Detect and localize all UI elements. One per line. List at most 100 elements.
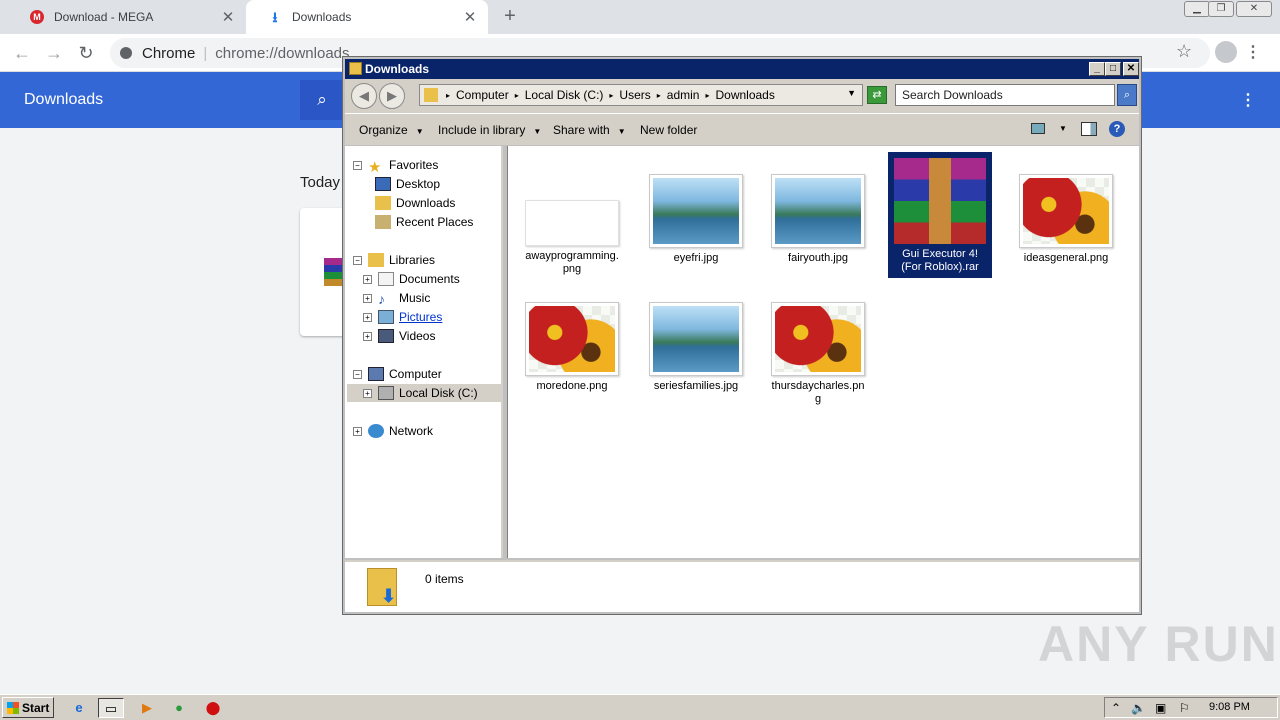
clock[interactable]: 9:08 PM: [1209, 701, 1250, 713]
organize-label: Organize: [359, 123, 408, 137]
search-input[interactable]: Search Downloads: [895, 84, 1115, 106]
expand-icon[interactable]: +: [353, 426, 362, 436]
close-icon[interactable]: ✕: [216, 8, 240, 26]
nav-label: Computer: [389, 367, 442, 381]
nav-videos[interactable]: + Videos: [363, 327, 435, 345]
chevron-right-icon[interactable]: ▸: [705, 91, 709, 100]
show-hidden-icons-icon[interactable]: ⌃: [1111, 701, 1121, 715]
minimize-button[interactable]: ▁: [1184, 1, 1210, 17]
chevron-right-icon[interactable]: ▸: [515, 91, 519, 100]
file-item[interactable]: thursdaycharles.pn g: [770, 302, 866, 406]
nav-libraries[interactable]: − Libraries: [353, 251, 435, 269]
chevron-right-icon[interactable]: ▸: [657, 91, 661, 100]
nav-favorites[interactable]: − ★ Favorites: [353, 156, 439, 176]
file-item[interactable]: seriesfamilies.jpg: [648, 302, 744, 393]
forward-icon[interactable]: →: [40, 39, 68, 67]
expand-icon[interactable]: +: [363, 293, 372, 303]
reload-icon[interactable]: ↻: [72, 39, 100, 67]
preview-pane-icon[interactable]: [1081, 122, 1097, 136]
expand-icon[interactable]: +: [363, 312, 372, 322]
breadcrumb-users[interactable]: Users: [619, 88, 650, 102]
tab-mega[interactable]: M Download - MEGA ✕: [8, 0, 246, 34]
minimize-button[interactable]: _: [1089, 62, 1105, 76]
nav-desktop[interactable]: Desktop: [375, 175, 440, 193]
download-icon: ⭳: [272, 9, 278, 25]
star-icon: ★: [368, 159, 382, 176]
windows-logo-icon: [7, 701, 19, 714]
image-thumbnail: [653, 178, 739, 244]
refresh-icon[interactable]: ⇄: [867, 86, 887, 104]
opera-taskbar-icon[interactable]: ⬤: [200, 698, 226, 718]
include-in-library-button[interactable]: Include in library ▼: [438, 123, 541, 137]
share-with-button[interactable]: Share with ▼: [553, 123, 626, 137]
help-icon[interactable]: ?: [1109, 121, 1125, 137]
nav-documents[interactable]: + Documents: [363, 270, 460, 288]
file-name: thursdaycharles.pn: [771, 380, 865, 392]
maximize-button[interactable]: □: [1105, 62, 1121, 76]
folder-icon: [349, 62, 362, 75]
chevron-right-icon[interactable]: ▸: [609, 91, 613, 100]
expand-icon[interactable]: +: [363, 331, 372, 341]
volume-icon[interactable]: 🔈: [1131, 701, 1146, 715]
nav-recent-places[interactable]: Recent Places: [375, 213, 473, 231]
window-title-bar[interactable]: Downloads _ □ ✕: [345, 59, 1139, 79]
restore-button[interactable]: ❐: [1208, 1, 1234, 17]
organize-button[interactable]: Organize ▼: [359, 123, 424, 137]
chrome-taskbar-icon[interactable]: ●: [166, 698, 192, 718]
close-icon[interactable]: ✕: [458, 8, 482, 26]
file-item[interactable]: awayprogramming. png: [524, 200, 620, 276]
nav-pictures[interactable]: + Pictures: [363, 308, 442, 326]
close-button[interactable]: ✕: [1123, 62, 1139, 76]
breadcrumb-admin[interactable]: admin: [667, 88, 700, 102]
file-item-selected[interactable]: Gui Executor 4! (For Roblox).rar: [888, 152, 992, 278]
file-item[interactable]: eyefri.jpg: [648, 174, 744, 265]
search-icon[interactable]: ⌕: [1117, 84, 1137, 106]
breadcrumb-computer[interactable]: Computer: [456, 88, 509, 102]
nav-computer[interactable]: − Computer: [353, 365, 442, 383]
media-player-icon[interactable]: ▶: [134, 698, 160, 718]
back-icon[interactable]: ◀: [351, 83, 377, 109]
network-icon: [368, 424, 384, 438]
expand-icon[interactable]: +: [363, 388, 372, 398]
breadcrumb-downloads[interactable]: Downloads: [715, 88, 774, 102]
explorer-taskbar-icon[interactable]: ▭: [98, 698, 124, 718]
close-window-button[interactable]: ✕: [1236, 1, 1272, 17]
file-item[interactable]: moredone.png: [524, 302, 620, 393]
collapse-icon[interactable]: −: [353, 255, 362, 265]
file-item[interactable]: ideasgeneral.png: [1018, 174, 1114, 265]
desktop-icon: [375, 177, 391, 191]
more-options-icon[interactable]: ⋮: [1240, 90, 1256, 110]
new-folder-button[interactable]: New folder: [640, 123, 697, 137]
navigation-pane: − ★ Favorites Desktop Downloads Recent P…: [345, 146, 503, 558]
file-item[interactable]: fairyouth.jpg: [770, 174, 866, 265]
winrar-archive-icon: [894, 158, 986, 244]
network-tray-icon[interactable]: ▣: [1155, 701, 1166, 715]
start-button[interactable]: Start: [2, 697, 54, 718]
chevron-down-icon[interactable]: ▼: [1059, 124, 1067, 133]
nav-local-disk[interactable]: + Local Disk (C:): [347, 384, 501, 402]
nav-downloads[interactable]: Downloads: [375, 194, 455, 212]
tab-downloads[interactable]: ⭳ Downloads ✕: [246, 0, 488, 34]
forward-icon[interactable]: ▶: [379, 83, 405, 109]
internet-explorer-icon[interactable]: e: [66, 698, 92, 718]
collapse-icon[interactable]: −: [353, 160, 362, 170]
new-tab-button[interactable]: +: [498, 4, 522, 28]
search-icon[interactable]: ⌕: [300, 80, 344, 120]
address-bar[interactable]: ▸ Computer ▸ Local Disk (C:) ▸ Users ▸ a…: [419, 84, 863, 106]
back-icon[interactable]: ←: [8, 39, 36, 67]
nav-network[interactable]: + Network: [353, 422, 433, 440]
collapse-icon[interactable]: −: [353, 369, 362, 379]
breadcrumb-local-disk[interactable]: Local Disk (C:): [525, 88, 604, 102]
tab-title: Downloads: [292, 10, 352, 24]
site-info-icon[interactable]: [120, 47, 132, 59]
chevron-down-icon[interactable]: ▼: [847, 88, 856, 98]
nav-label: Favorites: [389, 158, 439, 172]
expand-icon[interactable]: +: [363, 274, 372, 284]
nav-music[interactable]: + ♪ Music: [363, 289, 430, 307]
chrome-menu-icon[interactable]: ⋮: [1245, 42, 1261, 62]
profile-avatar-icon[interactable]: [1215, 41, 1237, 63]
bookmark-star-icon[interactable]: ☆: [1176, 41, 1192, 62]
chevron-right-icon[interactable]: ▸: [446, 91, 450, 100]
action-center-flag-icon[interactable]: ⚐: [1179, 701, 1190, 715]
change-view-icon[interactable]: [1031, 123, 1045, 134]
